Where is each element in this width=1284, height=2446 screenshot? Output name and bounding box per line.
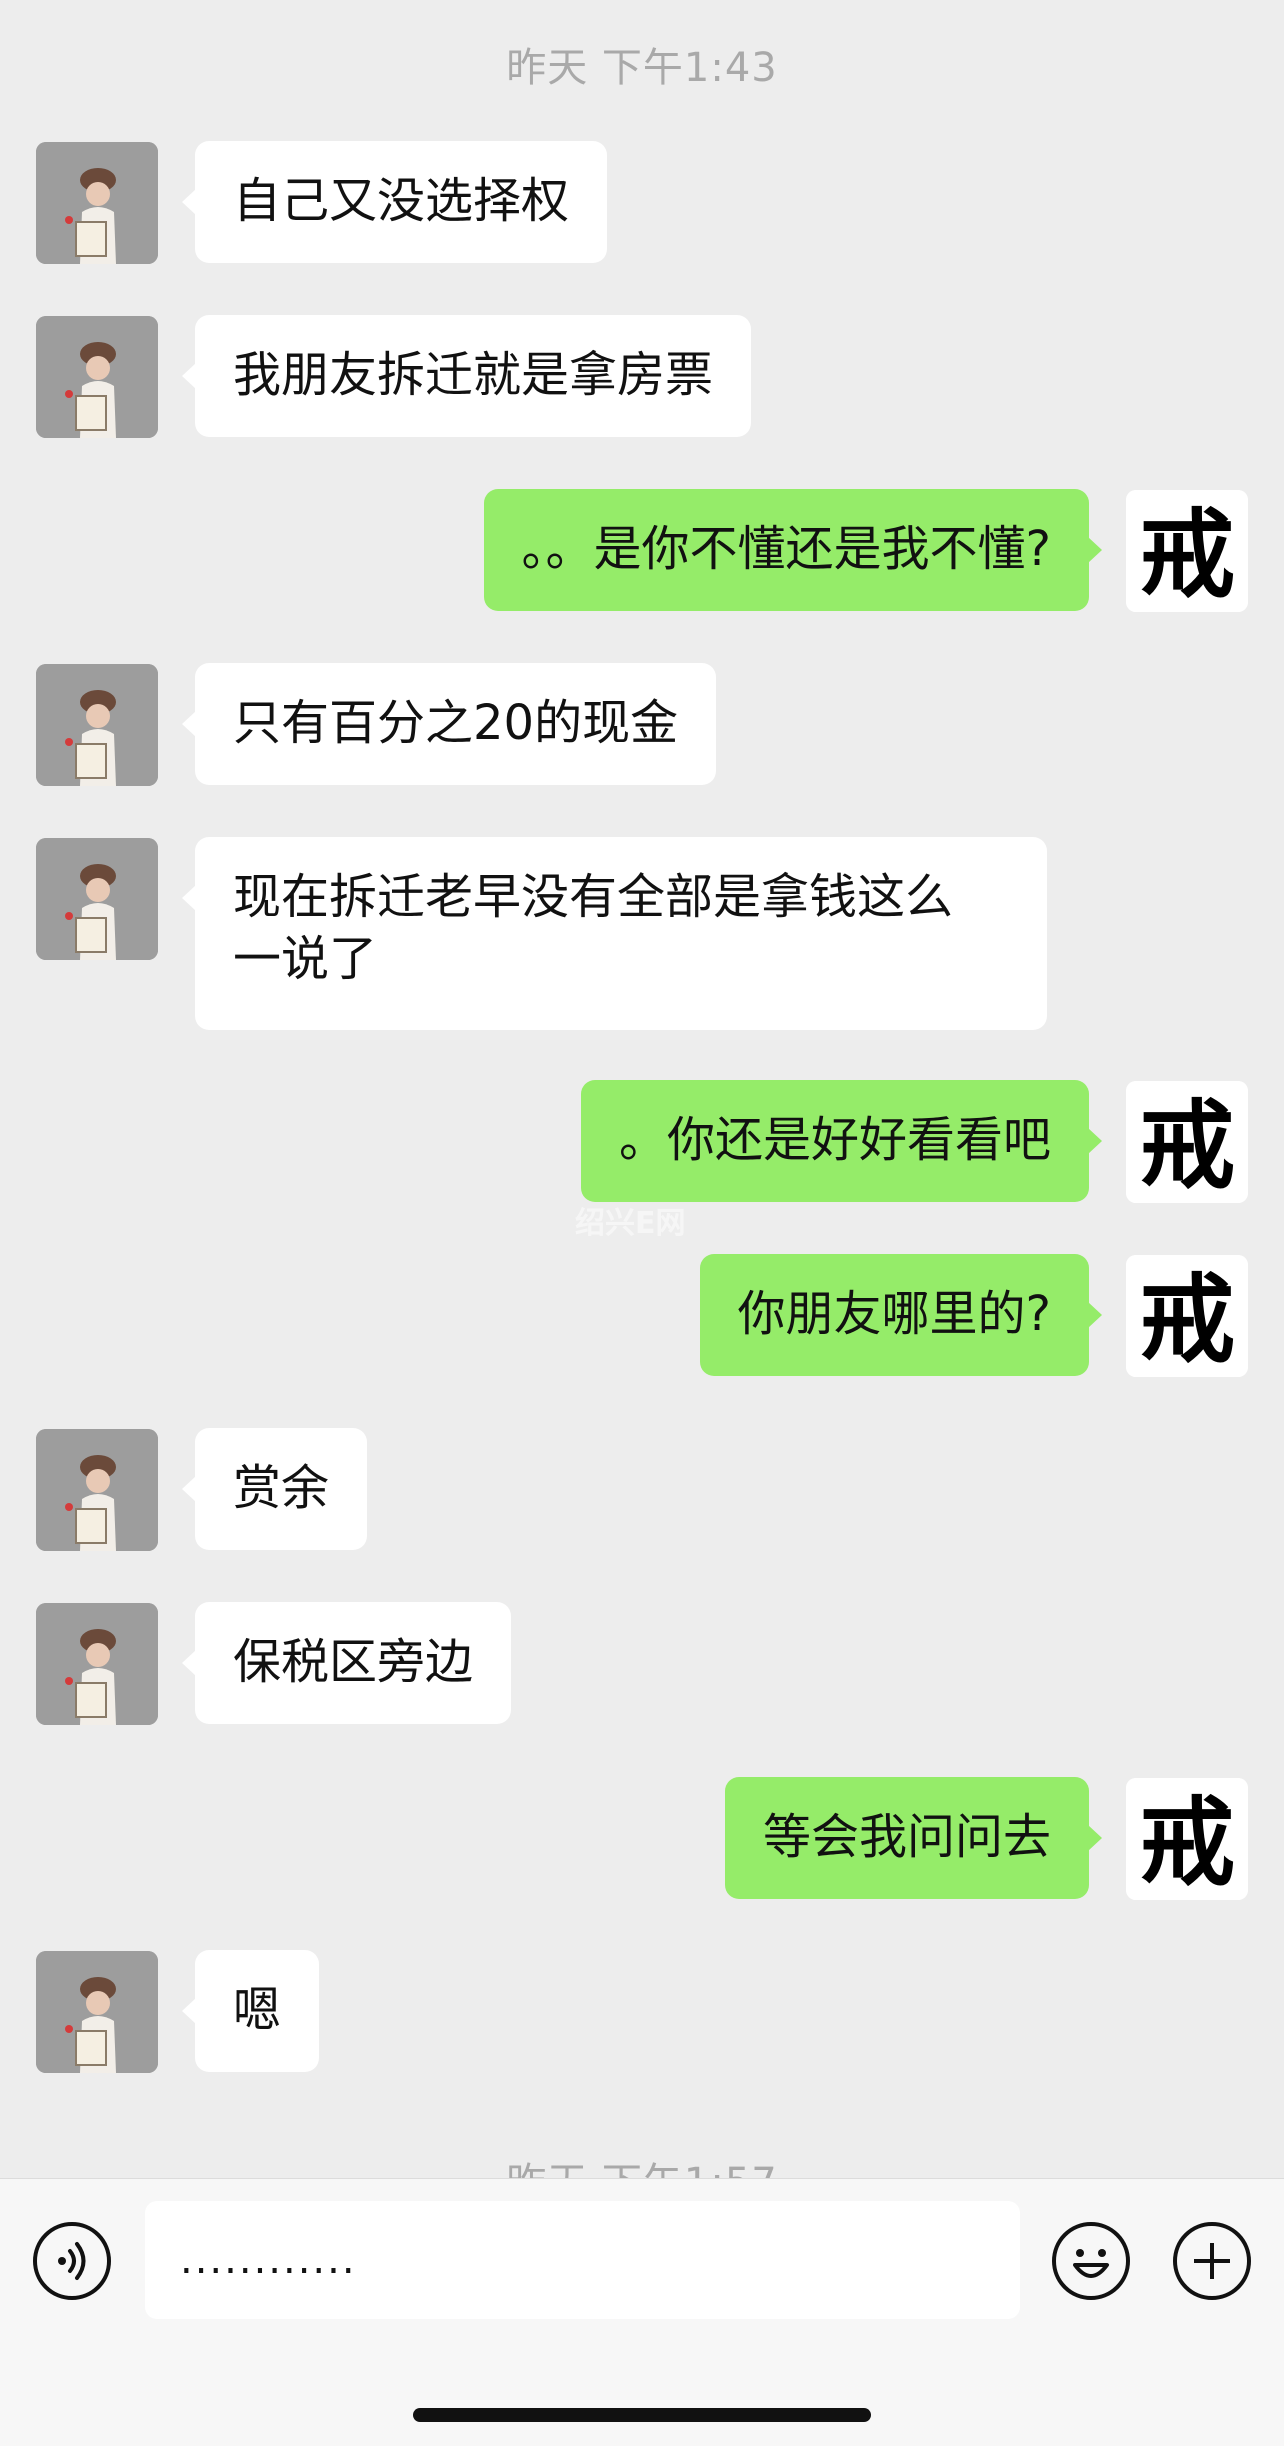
plus-icon[interactable] bbox=[1172, 2221, 1252, 2301]
my-avatar-glyph: 戒 bbox=[1139, 1786, 1235, 1899]
message-line: 现在拆迁老早没有全部是拿钱这么 bbox=[233, 869, 954, 925]
my-avatar[interactable]: 戒 bbox=[1126, 1255, 1248, 1377]
my-avatar[interactable]: 戒 bbox=[1126, 1081, 1248, 1203]
message-input[interactable]: ............ bbox=[145, 2201, 1020, 2319]
contact-avatar[interactable] bbox=[36, 316, 158, 438]
outgoing-message[interactable]: 等会我问问去 bbox=[724, 1777, 1103, 1899]
incoming-message[interactable]: 自己又没选择权 bbox=[181, 141, 608, 263]
incoming-message[interactable]: 嗯 bbox=[181, 1950, 320, 2072]
incoming-message[interactable]: 现在拆迁老早没有全部是拿钱这么 一说了 bbox=[182, 837, 1047, 1030]
outgoing-message[interactable]: 。。是你不懂还是我不懂? bbox=[483, 489, 1103, 611]
incoming-message[interactable]: 只有百分之20的现金 bbox=[181, 663, 717, 785]
my-avatar[interactable]: 戒 bbox=[1126, 1778, 1248, 1900]
my-avatar-glyph: 戒 bbox=[1139, 498, 1235, 611]
contact-avatar[interactable] bbox=[36, 664, 158, 786]
contact-avatar[interactable] bbox=[36, 1951, 158, 2073]
outgoing-message[interactable]: 你朋友哪里的? bbox=[699, 1254, 1103, 1376]
home-indicator bbox=[413, 2408, 871, 2422]
timestamp: 昨天 下午1:43 bbox=[506, 45, 778, 91]
incoming-message[interactable]: 赏余 bbox=[181, 1428, 368, 1550]
incoming-message[interactable]: 保税区旁边 bbox=[181, 1602, 512, 1724]
outgoing-message[interactable]: 。你还是好好看看吧 bbox=[580, 1080, 1103, 1202]
watermark: 绍兴E网 bbox=[575, 1206, 686, 1241]
incoming-message[interactable]: 我朋友拆迁就是拿房票 bbox=[181, 315, 752, 437]
contact-avatar[interactable] bbox=[36, 1603, 158, 1725]
emoji-icon[interactable] bbox=[1051, 2221, 1131, 2301]
my-avatar[interactable]: 戒 bbox=[1126, 490, 1248, 612]
contact-avatar[interactable] bbox=[36, 142, 158, 264]
my-avatar-glyph: 戒 bbox=[1139, 1263, 1235, 1376]
voice-icon[interactable] bbox=[32, 2221, 112, 2301]
contact-avatar[interactable] bbox=[36, 1429, 158, 1551]
contact-avatar[interactable] bbox=[36, 838, 158, 960]
message-line: 一说了 bbox=[233, 931, 378, 987]
input-bar: ............ bbox=[0, 2178, 1284, 2446]
my-avatar-glyph: 戒 bbox=[1139, 1089, 1235, 1202]
